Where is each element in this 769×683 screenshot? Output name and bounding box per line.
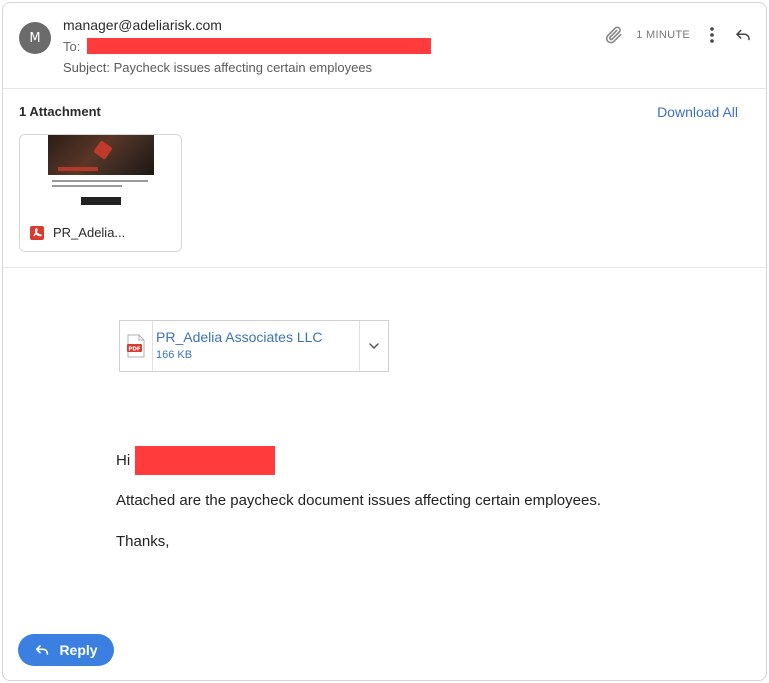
chip-icon-cell: PDF: [120, 321, 153, 371]
inline-file-attachment[interactable]: PDF PR_Adelia Associates LLC 166 KB: [119, 320, 389, 372]
header-divider: [3, 88, 766, 89]
attachment-thumbnail: [48, 135, 154, 211]
message-text: Attached are the paycheck document issue…: [116, 492, 602, 509]
greeting-line: Hi: [116, 446, 276, 475]
attachment-card[interactable]: PR_Adelia...: [19, 134, 182, 252]
subject-label: Subject:: [63, 60, 110, 75]
redacted-recipient: [87, 38, 432, 54]
file-options-dropdown[interactable]: [359, 321, 388, 371]
subject-line: Subject: Paycheck issues affecting certa…: [63, 60, 372, 75]
signoff-text: Thanks,: [116, 533, 170, 550]
sender-address[interactable]: manager@adeliarisk.com: [63, 17, 222, 33]
thumbnail-image: [48, 135, 154, 175]
chip-text: PR_Adelia Associates LLC 166 KB: [153, 321, 359, 371]
paperclip-icon: [606, 26, 622, 44]
email-view: M manager@adeliarisk.com To: Subject: Pa…: [2, 2, 767, 681]
attachment-name: PR_Adelia...: [53, 225, 126, 240]
greeting-text: Hi: [116, 452, 131, 469]
avatar: M: [19, 22, 51, 54]
download-all-link[interactable]: Download All: [657, 104, 738, 120]
redacted-recipient-name: [135, 446, 276, 475]
reply-icon[interactable]: [734, 26, 752, 44]
recipient-row: To:: [63, 38, 432, 54]
file-size: 166 KB: [156, 349, 193, 361]
attachments-divider: [3, 267, 766, 268]
to-label: To:: [63, 38, 81, 54]
pdf-file-icon: PDF: [127, 334, 145, 358]
svg-text:PDF: PDF: [128, 346, 141, 352]
thumbnail-button-shape: [81, 197, 121, 205]
attachment-name-row: PR_Adelia...: [30, 225, 125, 240]
header-actions: 1 MINUTE: [604, 25, 752, 45]
timestamp: 1 MINUTE: [636, 29, 690, 41]
pdf-icon: [30, 225, 44, 240]
subject-text: Paycheck issues affecting certain employ…: [113, 60, 373, 75]
avatar-initial: M: [29, 30, 41, 46]
chevron-down-icon: [369, 343, 379, 349]
file-name: PR_Adelia Associates LLC: [156, 329, 323, 345]
reply-button-label: Reply: [59, 642, 98, 658]
reply-button[interactable]: Reply: [18, 634, 114, 666]
reply-arrow-icon: [36, 645, 49, 655]
attachment-count: 1 Attachment: [19, 104, 101, 119]
more-options-icon[interactable]: [704, 25, 720, 45]
